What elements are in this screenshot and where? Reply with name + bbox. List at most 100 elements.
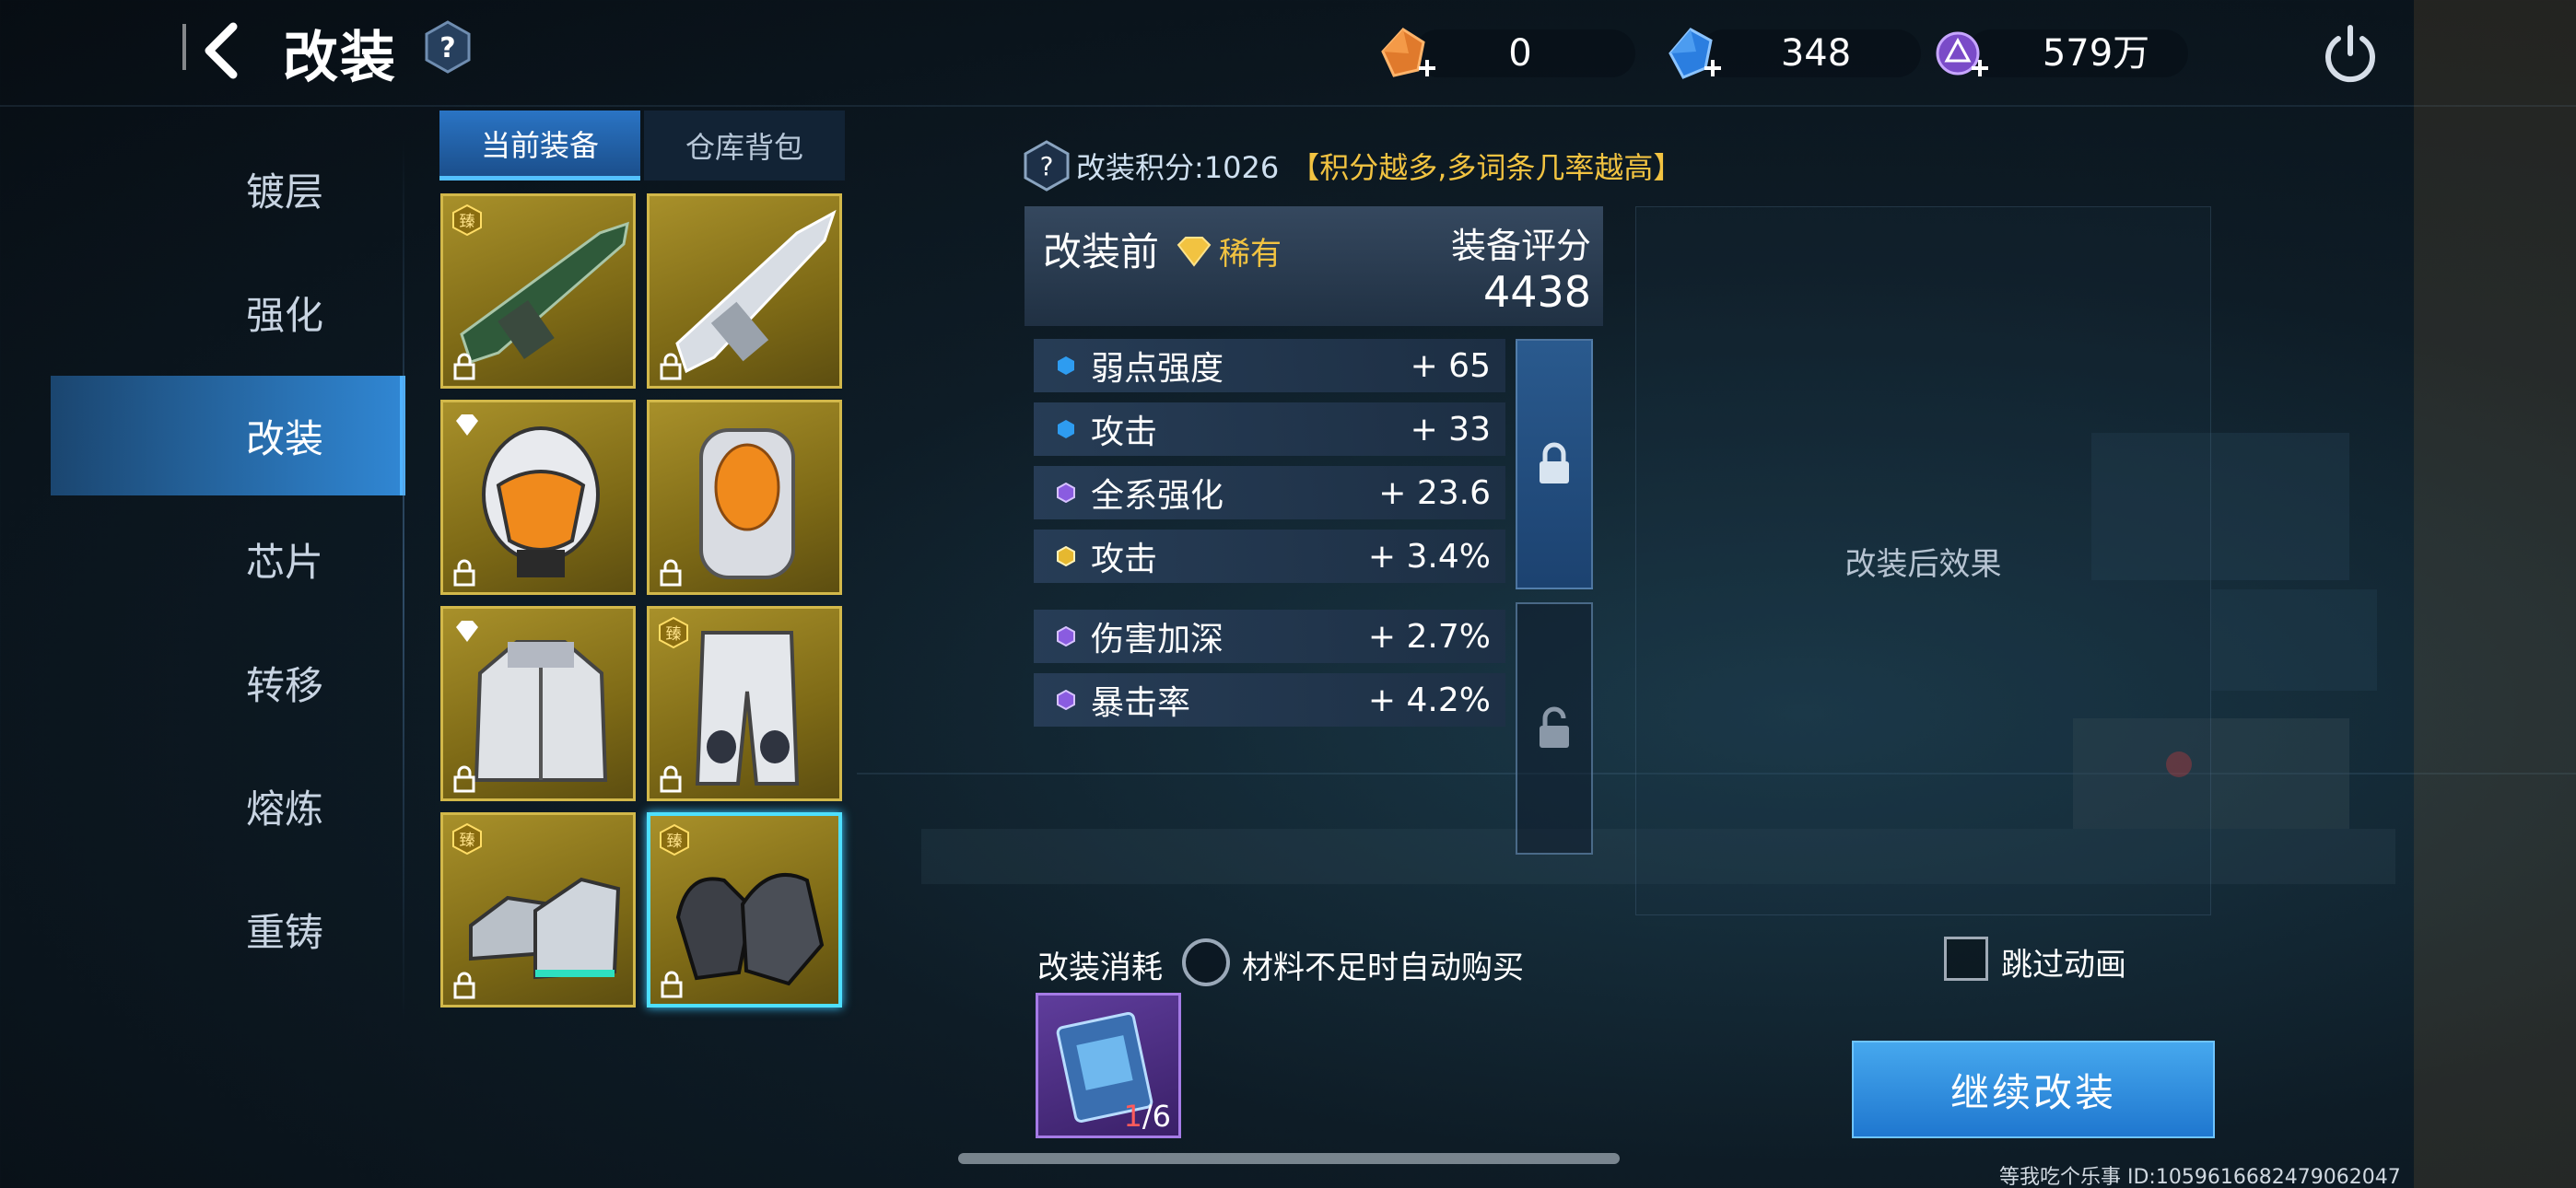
tab-current-equipment[interactable]: 当前装备	[439, 111, 640, 181]
equipment-slot-pants[interactable]: 臻	[647, 606, 842, 801]
nav-item-enhance[interactable]: 强化	[51, 252, 405, 372]
material-slot[interactable]: 1/6	[1036, 993, 1181, 1138]
home-indicator[interactable]	[958, 1153, 1620, 1164]
power-icon	[2325, 25, 2375, 83]
plus-icon	[1704, 60, 1721, 76]
diamond-badge-icon	[451, 410, 484, 443]
auto-buy-label: 材料不足时自动购买	[1242, 949, 1524, 986]
stat-row: 全系强化 + 23.6	[1034, 466, 1505, 519]
mod-score: 改装积分:1026	[1076, 150, 1280, 185]
skip-animation-checkbox[interactable]	[1944, 937, 1988, 981]
stat-row: 暴击率 + 4.2%	[1034, 673, 1505, 727]
lock-icon	[658, 971, 685, 998]
equipment-slot-rifle-white[interactable]	[647, 193, 842, 389]
stat-name: 伤害加深	[1091, 621, 1224, 658]
currency-purple: 579万	[1930, 26, 2188, 81]
nav-divider	[403, 138, 404, 1022]
lock-icon	[1540, 442, 1569, 483]
continue-modify-button[interactable]: 继续改装	[1852, 1041, 2215, 1138]
after-effect-label: 改装后效果	[1844, 546, 2002, 583]
svg-text:?: ?	[1040, 151, 1054, 181]
stat-tier-blue-icon	[1058, 420, 1074, 438]
stat-value: + 2.7%	[1367, 617, 1491, 656]
lock-toggle-upper[interactable]	[1516, 339, 1593, 589]
question-hex-icon: ?	[425, 20, 471, 74]
plus-icon	[1419, 60, 1435, 76]
quality-badge: 臻	[451, 204, 484, 237]
equipment-slot-gloves[interactable]: 臻	[647, 812, 842, 1007]
tab-storage[interactable]: 仓库背包	[644, 111, 845, 181]
svg-text:臻: 臻	[460, 832, 475, 850]
stat-row: 攻击 + 33	[1034, 402, 1505, 456]
stat-value: + 33	[1410, 410, 1491, 448]
equipment-slot-rifle-green[interactable]: 臻	[440, 193, 636, 389]
stat-name: 攻击	[1091, 413, 1158, 451]
stat-name: 弱点强度	[1091, 350, 1224, 388]
currency-value: 579万	[2042, 32, 2150, 75]
diamond-icon	[1177, 236, 1212, 267]
stat-value: + 65	[1410, 346, 1491, 385]
rating-value: 4438	[1483, 267, 1592, 317]
svg-text:臻: 臻	[460, 213, 475, 231]
lock-icon	[657, 559, 685, 587]
quality-badge: 臻	[658, 823, 691, 856]
before-title: 改装前	[1043, 229, 1160, 274]
rarity-label: 稀有	[1219, 236, 1282, 273]
equipment-slot-helmet[interactable]	[440, 400, 636, 595]
equipment-slot-backpack[interactable]	[647, 400, 842, 595]
stat-name: 全系强化	[1091, 477, 1224, 515]
side-nav: 镀层 强化 改装 芯片 转移 熔炼 重铸	[51, 129, 405, 1013]
lock-icon	[657, 765, 685, 793]
nav-item-modify[interactable]: 改装	[51, 376, 405, 495]
currency-orange: 0	[1377, 26, 1635, 81]
stat-tier-purple-icon	[1057, 626, 1075, 646]
nav-item-transfer[interactable]: 转移	[51, 623, 405, 742]
nav-item-chip[interactable]: 芯片	[51, 499, 405, 619]
lock-icon	[451, 765, 478, 793]
stat-tier-purple-icon	[1057, 483, 1075, 503]
back-button[interactable]	[189, 18, 253, 83]
question-hex-icon[interactable]: ?	[1023, 140, 1071, 192]
cost-label: 改装消耗	[1037, 949, 1163, 986]
equipment-slot-jacket[interactable]	[440, 606, 636, 801]
stat-value: + 3.4%	[1367, 537, 1491, 576]
lock-toggle-lower[interactable]	[1516, 602, 1593, 855]
chevron-left-icon	[205, 22, 238, 79]
quality-badge: 臻	[451, 822, 484, 856]
stat-tier-blue-icon	[1058, 356, 1074, 375]
add-blue-button[interactable]	[1702, 57, 1724, 79]
equipment-slot-boots[interactable]: 臻	[440, 812, 636, 1007]
lock-icon	[451, 972, 478, 999]
stat-row: 弱点强度 + 65	[1034, 339, 1505, 392]
stat-tier-purple-icon	[1057, 690, 1075, 710]
plus-icon	[1972, 60, 1988, 76]
currency-value: 0	[1508, 32, 1532, 75]
quality-badge: 臻	[657, 616, 690, 649]
material-count: 1/6	[1123, 1099, 1172, 1134]
unlock-icon	[1540, 706, 1569, 748]
currency-blue: 348	[1663, 26, 1921, 81]
rarity-tag: 稀有	[1175, 228, 1282, 274]
currency-value: 348	[1780, 32, 1852, 75]
power-button[interactable]	[2322, 20, 2379, 85]
nav-item-reforge[interactable]: 重铸	[51, 869, 405, 989]
stat-row: 攻击 + 3.4%	[1034, 530, 1505, 583]
lock-icon	[451, 353, 478, 380]
help-button[interactable]: ?	[424, 20, 472, 74]
stat-value: + 23.6	[1378, 473, 1491, 512]
nav-item-coating[interactable]: 镀层	[51, 129, 405, 249]
lock-icon	[451, 559, 478, 587]
add-purple-button[interactable]	[1969, 57, 1991, 79]
title-divider	[182, 24, 186, 70]
rating-label: 装备评分	[1451, 226, 1592, 266]
add-orange-button[interactable]	[1416, 57, 1438, 79]
stat-name: 暴击率	[1091, 684, 1191, 722]
auto-buy-radio[interactable]	[1182, 938, 1230, 986]
svg-text:臻: 臻	[666, 625, 682, 644]
diamond-badge-icon	[451, 616, 484, 649]
nav-item-smelt[interactable]: 熔炼	[51, 746, 405, 866]
stat-tier-gold-icon	[1057, 546, 1075, 566]
mod-score-line: ? 改装积分:1026 【积分越多,多词条几率越高】	[1023, 138, 1682, 193]
page-title: 改装	[283, 26, 397, 90]
stat-value: + 4.2%	[1367, 681, 1491, 719]
